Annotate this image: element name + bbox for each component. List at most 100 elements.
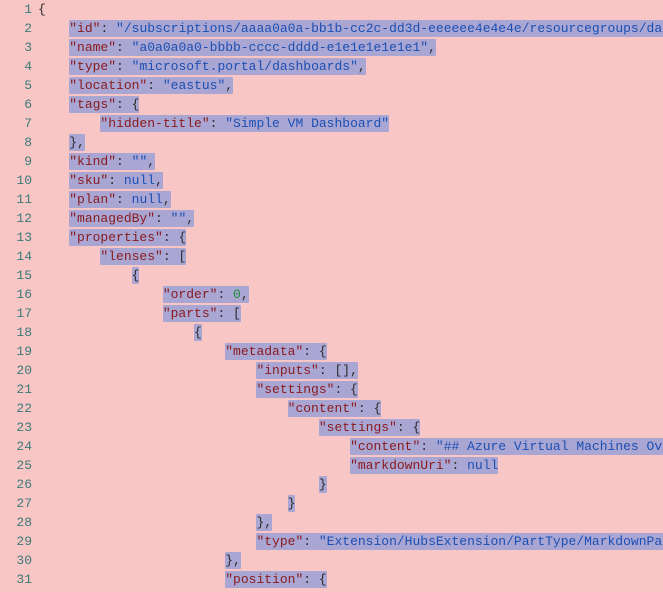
- token-key: "type": [256, 534, 303, 549]
- token-key: "hidden-title": [100, 116, 209, 131]
- selection: "hidden-title": "Simple VM Dashboard": [100, 115, 389, 132]
- code-line[interactable]: }: [38, 494, 663, 513]
- code-line[interactable]: },: [38, 551, 663, 570]
- code-line[interactable]: "sku": null,: [38, 171, 663, 190]
- code-line[interactable]: "properties": {: [38, 228, 663, 247]
- token-key: "kind": [69, 154, 116, 169]
- line-number: 8: [0, 133, 32, 152]
- token-key: "markdownUri": [350, 458, 451, 473]
- line-number: 27: [0, 494, 32, 513]
- selection: "managedBy": "",: [69, 210, 194, 227]
- code-line[interactable]: "location": "eastus",: [38, 76, 663, 95]
- selection: "id": "/subscriptions/aaaa0a0a-bb1b-cc2c…: [69, 20, 663, 37]
- token-nul: null: [467, 458, 498, 473]
- code-line[interactable]: "hidden-title": "Simple VM Dashboard": [38, 114, 663, 133]
- code-line[interactable]: "kind": "",: [38, 152, 663, 171]
- token-punc: :: [116, 59, 132, 74]
- line-number: 4: [0, 57, 32, 76]
- code-line[interactable]: "markdownUri": null: [38, 456, 663, 475]
- line-number: 15: [0, 266, 32, 285]
- selection: }: [288, 495, 296, 512]
- token-punc: :: [116, 154, 132, 169]
- code-editor[interactable]: 1234567891011121314151617181920212223242…: [0, 0, 663, 592]
- selection: "content": "## Azure Virtual Machines Ov…: [350, 438, 663, 455]
- selection: },: [256, 514, 272, 531]
- token-punc: : {: [303, 344, 326, 359]
- code-line[interactable]: },: [38, 513, 663, 532]
- code-line[interactable]: "lenses": [: [38, 247, 663, 266]
- token-punc: :: [147, 78, 163, 93]
- token-punc: },: [69, 135, 85, 150]
- token-nul: null: [132, 192, 163, 207]
- line-number: 28: [0, 513, 32, 532]
- code-line[interactable]: },: [38, 133, 663, 152]
- token-punc: ,: [358, 59, 366, 74]
- code-line[interactable]: {: [38, 323, 663, 342]
- line-number: 18: [0, 323, 32, 342]
- token-key: "name": [69, 40, 116, 55]
- token-punc: }: [319, 477, 327, 492]
- code-line[interactable]: {: [38, 0, 663, 19]
- selection: "markdownUri": null: [350, 457, 498, 474]
- code-line[interactable]: "settings": {: [38, 380, 663, 399]
- code-line[interactable]: "content": {: [38, 399, 663, 418]
- code-line[interactable]: "inputs": [],: [38, 361, 663, 380]
- code-line[interactable]: "metadata": {: [38, 342, 663, 361]
- token-str: "Extension/HubsExtension/PartType/Markdo…: [319, 534, 663, 549]
- line-number: 16: [0, 285, 32, 304]
- code-line[interactable]: "content": "## Azure Virtual Machines Ov…: [38, 437, 663, 456]
- selection: "metadata": {: [225, 343, 326, 360]
- line-number: 7: [0, 114, 32, 133]
- token-punc: : {: [397, 420, 420, 435]
- selection: "type": "Extension/HubsExtension/PartTyp…: [256, 533, 663, 550]
- code-line[interactable]: "type": "microsoft.portal/dashboards",: [38, 57, 663, 76]
- token-punc: : {: [303, 572, 326, 587]
- token-punc: :: [420, 439, 436, 454]
- line-number: 23: [0, 418, 32, 437]
- token-punc: : {: [358, 401, 381, 416]
- selection: "tags": {: [69, 96, 139, 113]
- selection: {: [132, 267, 140, 284]
- code-line[interactable]: "plan": null,: [38, 190, 663, 209]
- code-line[interactable]: "order": 0,: [38, 285, 663, 304]
- line-number: 20: [0, 361, 32, 380]
- token-punc: :: [100, 21, 116, 36]
- token-key: "plan": [69, 192, 116, 207]
- token-punc: ,: [186, 211, 194, 226]
- selection: }: [319, 476, 327, 493]
- selection: "position": {: [225, 571, 326, 588]
- token-punc: : {: [163, 230, 186, 245]
- line-number: 14: [0, 247, 32, 266]
- code-line[interactable]: "position": {: [38, 570, 663, 589]
- selection: "lenses": [: [100, 248, 186, 265]
- line-number: 17: [0, 304, 32, 323]
- token-punc: ,: [163, 192, 171, 207]
- code-line[interactable]: "tags": {: [38, 95, 663, 114]
- line-number: 29: [0, 532, 32, 551]
- line-number: 26: [0, 475, 32, 494]
- code-line[interactable]: "id": "/subscriptions/aaaa0a0a-bb1b-cc2c…: [38, 19, 663, 38]
- selection: },: [225, 552, 241, 569]
- selection: "parts": [: [163, 305, 241, 322]
- line-number: 31: [0, 570, 32, 589]
- token-key: "position": [225, 572, 303, 587]
- token-punc: ,: [147, 154, 155, 169]
- token-str: "": [132, 154, 148, 169]
- token-str: "": [171, 211, 187, 226]
- token-punc: :: [217, 287, 233, 302]
- token-str: "microsoft.portal/dashboards": [132, 59, 358, 74]
- code-line[interactable]: {: [38, 266, 663, 285]
- code-line[interactable]: "managedBy": "",: [38, 209, 663, 228]
- code-line[interactable]: "parts": [: [38, 304, 663, 323]
- token-punc: :: [108, 173, 124, 188]
- code-line[interactable]: "name": "a0a0a0a0-bbbb-cccc-dddd-e1e1e1e…: [38, 38, 663, 57]
- code-line[interactable]: "type": "Extension/HubsExtension/PartTyp…: [38, 532, 663, 551]
- token-punc: {: [38, 2, 46, 17]
- token-key: "metadata": [225, 344, 303, 359]
- line-number-gutter: 1234567891011121314151617181920212223242…: [0, 0, 38, 592]
- code-line[interactable]: }: [38, 475, 663, 494]
- token-punc: }: [288, 496, 296, 511]
- code-line[interactable]: "settings": {: [38, 418, 663, 437]
- line-number: 9: [0, 152, 32, 171]
- code-content[interactable]: { "id": "/subscriptions/aaaa0a0a-bb1b-cc…: [38, 0, 663, 592]
